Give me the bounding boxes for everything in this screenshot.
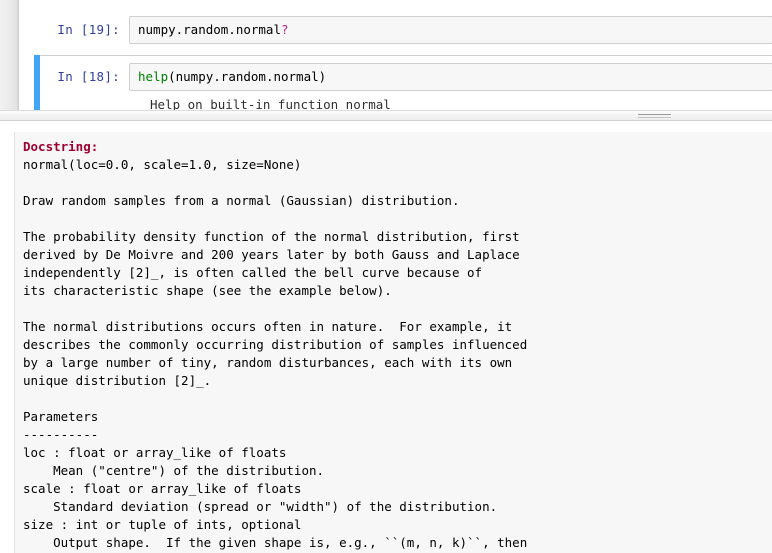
pager-splitter[interactable] (0, 110, 772, 121)
code-input-18[interactable]: help(numpy.random.normal) (129, 63, 772, 91)
docstring-body: normal(loc=0.0, scale=1.0, size=None) Dr… (23, 157, 528, 550)
selected-cell-indicator (34, 55, 40, 110)
code-input-19[interactable]: numpy.random.normal? (129, 16, 772, 44)
code-text-19: numpy.random.normal (138, 22, 281, 37)
notebook-cell-18[interactable]: In [18]: help(numpy.random.normal) Help … (19, 55, 772, 110)
cell-prompt-19: In [19]: (57, 22, 120, 37)
help-question-mark-token: ? (281, 22, 289, 37)
code-text-18: (numpy.random.normal) (168, 69, 327, 84)
cell-output-18: Help on built-in function normal (150, 97, 391, 110)
page-left-gutter (0, 0, 18, 110)
notebook-canvas: In [19]: numpy.random.normal? In [18]: h… (19, 0, 772, 110)
pager-content[interactable]: Docstring: normal(loc=0.0, scale=1.0, si… (15, 132, 772, 553)
jupyter-notebook-page: In [19]: numpy.random.normal? In [18]: h… (0, 0, 772, 553)
resize-grip-icon[interactable] (638, 114, 671, 118)
pager-left-gutter (0, 122, 14, 553)
cell-divider (40, 55, 772, 56)
notebook-area: In [19]: numpy.random.normal? In [18]: h… (0, 0, 772, 110)
docstring-heading: Docstring: (23, 139, 99, 154)
builtin-help-token: help (138, 69, 169, 84)
notebook-cell-19[interactable]: In [19]: numpy.random.normal? (19, 8, 772, 54)
pager-panel: Docstring: normal(loc=0.0, scale=1.0, si… (0, 122, 772, 553)
